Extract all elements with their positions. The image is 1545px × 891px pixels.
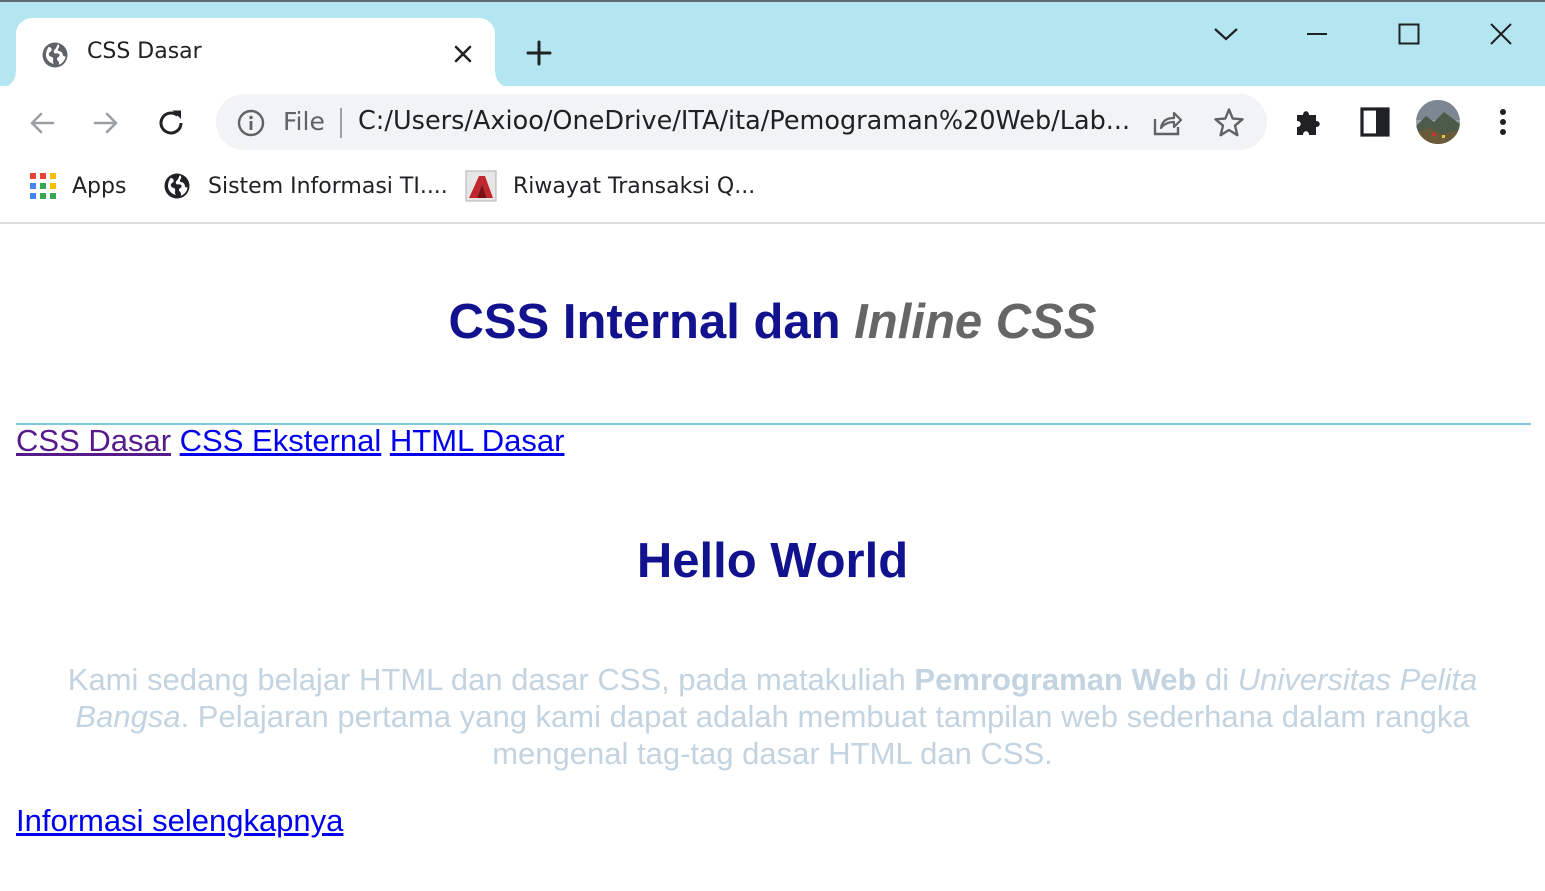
maximize-icon (1398, 23, 1420, 45)
tab-css-dasar[interactable]: CSS Dasar (0, 18, 511, 88)
maximize-button[interactable] (1389, 16, 1429, 52)
site-favicon (465, 170, 497, 202)
tab-strip: CSS Dasar (0, 2, 1545, 88)
info-icon[interactable] (236, 108, 266, 138)
minimize-icon (1307, 33, 1327, 35)
globe-icon (164, 173, 190, 199)
more-vertical-icon[interactable] (1488, 104, 1518, 140)
page-title: CSS Internal dan Inline CSS (0, 294, 1545, 350)
bookmark-apps[interactable]: Apps (30, 170, 126, 202)
nav-links: CSS Dasar CSS Eksternal HTML Dasar (16, 423, 564, 459)
address-bar[interactable]: File C:/Users/Axioo/OneDrive/ITA/ita/Pem… (216, 94, 1267, 150)
close-window-button[interactable] (1481, 16, 1521, 52)
bookmark-riwayat-transaksi[interactable]: Riwayat Transaksi Q... (465, 170, 755, 202)
paragraph-text: Kami sedang belajar HTML dan dasar CSS, … (67, 662, 915, 697)
tab-search-button[interactable] (1206, 16, 1246, 52)
globe-icon (42, 42, 68, 68)
reload-button[interactable] (151, 103, 191, 143)
side-panel-icon[interactable] (1357, 104, 1393, 140)
forward-button[interactable] (86, 103, 126, 143)
bookmark-sistem-informasi[interactable]: Sistem Informasi TI.... (162, 170, 448, 202)
profile-avatar[interactable] (1416, 100, 1460, 144)
paragraph-text: . Pelajaran pertama yang kami dapat adal… (180, 699, 1470, 771)
close-icon[interactable] (452, 43, 474, 65)
omnibox-separator (340, 108, 342, 138)
arrow-right-icon (93, 112, 118, 134)
apps-grid-icon (30, 173, 56, 199)
bookmark-label: Riwayat Transaksi Q... (513, 173, 756, 199)
intro-paragraph: Kami sedang belajar HTML dan dasar CSS, … (30, 661, 1515, 772)
bookmark-star-icon[interactable] (1212, 106, 1246, 140)
profile-photo-icon (1416, 100, 1460, 144)
chevron-down-icon (1214, 28, 1238, 41)
bookmarks-bar: Apps Sistem Informasi TI.... Riwayat Tra… (0, 158, 1545, 224)
page-viewport: CSS Internal dan Inline CSS CSS Dasar CS… (0, 224, 1545, 891)
minimize-button[interactable] (1297, 16, 1337, 52)
extensions-puzzle-icon[interactable] (1292, 104, 1328, 140)
page-title-italic: Inline CSS (854, 295, 1097, 349)
new-tab-plus-icon[interactable] (524, 38, 554, 68)
reload-icon (159, 110, 183, 135)
bookmark-label: Apps (72, 173, 127, 199)
page-title-main: CSS Internal dan (448, 295, 855, 349)
url-text[interactable]: C:/Users/Axioo/OneDrive/ITA/ita/Pemogram… (358, 106, 1128, 136)
tab-title: CSS Dasar (87, 39, 202, 64)
file-scheme-label: File (283, 107, 325, 136)
paragraph-text: di (1196, 662, 1238, 697)
back-button[interactable] (22, 103, 62, 143)
arrow-left-icon (30, 112, 55, 134)
close-icon (1490, 23, 1512, 45)
nav-link-css-eksternal[interactable]: CSS Eksternal (180, 423, 382, 458)
hello-world-heading: Hello World (636, 534, 909, 588)
bookmark-label: Sistem Informasi TI.... (208, 173, 448, 199)
nav-link-html-dasar[interactable]: HTML Dasar (390, 423, 565, 458)
share-icon[interactable] (1150, 106, 1184, 140)
more-info-link[interactable]: Informasi selengkapnya (16, 803, 343, 839)
nav-link-css-dasar[interactable]: CSS Dasar (16, 423, 171, 458)
paragraph-bold-course: Pemrograman Web (914, 662, 1197, 697)
